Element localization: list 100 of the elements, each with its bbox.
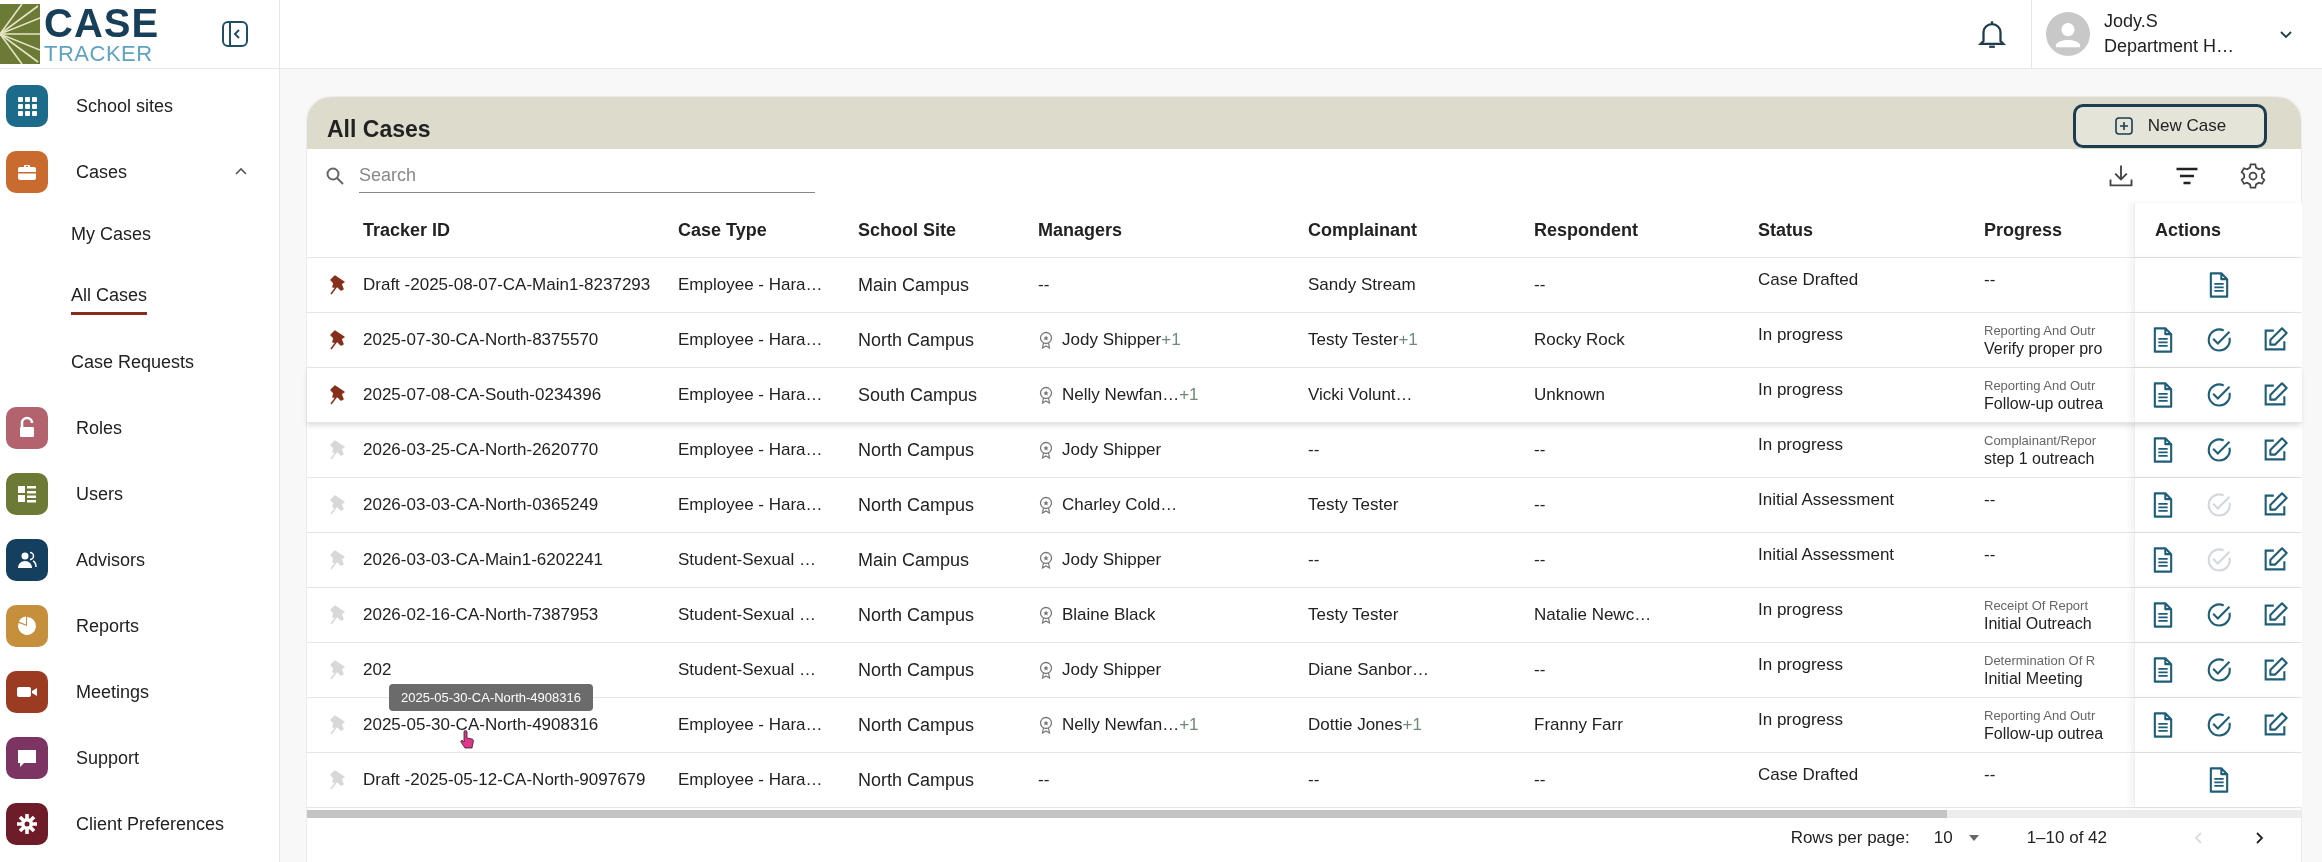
status-text: In progress [1758, 709, 1845, 730]
status-text: Initial Assessment [1758, 544, 1896, 565]
progress-empty: -- [1984, 269, 1996, 290]
progress-stage: Reporting And Outr [1984, 378, 2096, 393]
tracker-id-link[interactable]: 2026-03-25-CA-North-2620770 [363, 439, 599, 461]
status-text: In progress [1758, 379, 1845, 400]
extra-count: +1 [1179, 385, 1199, 405]
complainant-name: Vicki Volunt… [1308, 385, 1413, 405]
table-cell-text: South Campus [858, 384, 979, 406]
progress-stage: Reporting And Outr [1984, 323, 2096, 338]
progress-step: Follow-up outrea [1984, 395, 2104, 413]
manager-name: Nelly Newfan… [1062, 385, 1180, 405]
rows-per-page-select[interactable]: 10 [1933, 828, 1979, 848]
manager-name: -- [1038, 770, 1050, 790]
status-text: Case Drafted [1758, 269, 1860, 290]
sidebar-subitem[interactable]: All Cases [71, 285, 148, 315]
table-cell-text: -- [1534, 660, 1547, 680]
complainant-name: Dottie Jones [1308, 715, 1403, 735]
table-cell-text: North Campus [858, 329, 976, 351]
table-cell-text: -- [1534, 275, 1547, 295]
page-range: 1–10 of 42 [2026, 828, 2107, 848]
search-icon [325, 166, 345, 186]
tracker-id-link[interactable]: 202 [363, 659, 392, 681]
manager-name: Charley Cold… [1062, 495, 1178, 515]
table-cell-text: North Campus [858, 439, 976, 461]
hand-cursor-icon [459, 730, 475, 751]
sidebar-item[interactable]: School sites [0, 73, 279, 139]
table-cell-text: Employee - Hara… [678, 770, 824, 790]
complainant-name: -- [1308, 550, 1320, 570]
column-header[interactable]: Case Type [678, 219, 858, 241]
manager-name: Jody Shipper [1062, 330, 1162, 350]
sidebar-item[interactable]: Users [0, 461, 279, 527]
tracker-id-link[interactable]: Draft -2025-08-07-CA-Main1-8237293 [363, 274, 651, 296]
sidebar-item[interactable]: Meetings [0, 659, 279, 725]
progress-step: step 1 outreach [1984, 450, 2095, 468]
sidebar-item[interactable]: Advisors [0, 527, 279, 593]
tracker-id-link[interactable]: 2026-02-16-CA-North-7387953 [363, 604, 599, 626]
progress-empty: -- [1984, 544, 1996, 565]
tracker-id-link[interactable]: 2026-03-03-CA-North-0365249 [363, 494, 599, 516]
extra-count: +1 [1179, 715, 1199, 735]
complainant-name: -- [1308, 440, 1320, 460]
table-cell-text: North Campus [858, 659, 976, 681]
table-cell-text: Student-Sexual … [678, 605, 817, 625]
column-header[interactable]: Respondent [1534, 219, 1758, 241]
status-text: Case Drafted [1758, 764, 1860, 785]
badge-icon [1038, 606, 1054, 624]
table-cell-text: Employee - Hara… [678, 495, 824, 515]
progress-step: Verify proper pro [1984, 340, 2103, 358]
status-text: In progress [1758, 324, 1845, 345]
sidebar-item[interactable]: Client Preferences [0, 791, 279, 857]
settings-icon[interactable] [2239, 162, 2267, 190]
table-cell-text: Natalie Newc… [1534, 605, 1653, 625]
column-header[interactable]: Progress [1984, 219, 2134, 241]
logo-wordmark: CASE [44, 3, 160, 43]
collapse-sidebar-icon[interactable] [221, 20, 249, 48]
status-text: Initial Assessment [1758, 489, 1896, 510]
column-header[interactable]: Complainant [1308, 219, 1534, 241]
extra-count: +1 [1161, 330, 1181, 350]
badge-icon [1038, 386, 1054, 404]
badge-icon [1038, 496, 1054, 514]
table-cell-text: -- [1534, 495, 1547, 515]
table-cell-text: -- [1534, 770, 1547, 790]
sidebar-item[interactable]: Reports [0, 593, 279, 659]
sunburst-icon [0, 4, 40, 64]
tracker-id-link[interactable]: Draft -2025-05-12-CA-North-9097679 [363, 769, 646, 791]
extra-count: +1 [1402, 715, 1422, 735]
tracker-id-link[interactable]: 2025-05-30-CA-North-4908316 [363, 714, 599, 736]
page-title: All Cases [327, 115, 431, 143]
table-cell-text: -- [1534, 550, 1547, 570]
logo-subtitle: TRACKER [44, 43, 154, 65]
tracker-id-link[interactable]: 2025-07-08-CA-South-0234396 [363, 384, 602, 406]
table-cell-text: Student-Sexual … [678, 660, 817, 680]
sidebar-subitem[interactable]: My Cases [71, 205, 151, 267]
column-header[interactable]: Tracker ID [363, 219, 678, 241]
complainant-name: Sandy Stream [1308, 275, 1416, 295]
sidebar-item[interactable]: Roles [0, 395, 279, 461]
complainant-name: Testy Tester [1308, 330, 1399, 350]
horizontal-scrollbar[interactable] [307, 810, 2301, 818]
sidebar-subitem[interactable]: Case Requests [71, 333, 195, 395]
column-header[interactable]: Status [1758, 219, 1984, 241]
table-cell-text: Employee - Hara… [678, 715, 824, 735]
column-header[interactable]: Managers [1038, 219, 1308, 241]
new-case-button[interactable]: New Case [2073, 104, 2267, 148]
table-cell-text: North Campus [858, 714, 976, 736]
avatar-icon [2046, 12, 2090, 56]
sidebar-item[interactable]: Cases [0, 139, 279, 205]
table-cell-text: Main Campus [858, 274, 971, 296]
badge-icon [1038, 716, 1054, 734]
complainant-name: Testy Tester [1308, 605, 1399, 625]
column-header[interactable]: School Site [858, 219, 1038, 241]
caret-icon [1968, 835, 1979, 841]
table-cell-text: North Campus [858, 604, 976, 626]
progress-stage: Determination Of R [1984, 653, 2096, 668]
column-header[interactable]: Actions [2134, 203, 2302, 257]
tracker-id-link[interactable]: 2025-07-30-CA-North-8375570 [363, 329, 599, 351]
sidebar-item[interactable]: Support [0, 725, 279, 791]
table-cell-text: North Campus [858, 494, 976, 516]
progress-step: Initial Meeting [1984, 670, 2083, 688]
search-field[interactable]: Search [359, 159, 815, 193]
tracker-id-link[interactable]: 2026-03-03-CA-Main1-6202241 [363, 549, 604, 571]
